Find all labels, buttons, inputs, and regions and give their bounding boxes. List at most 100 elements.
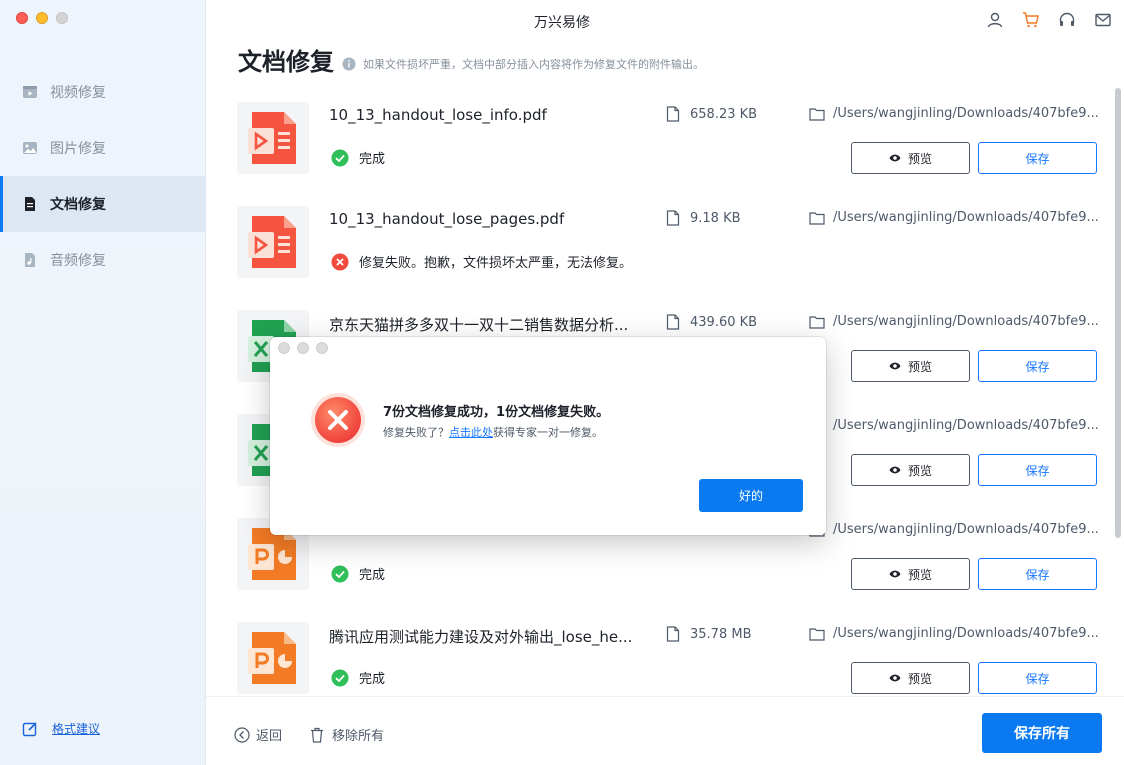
dialog-title: 7份文档修复成功，1份文档修复失败。 (383, 405, 610, 420)
folder-icon (809, 107, 825, 121)
success-check-icon (331, 565, 349, 583)
sidebar-item-label: 图片修复 (50, 141, 106, 157)
preview-button[interactable]: 预览 (851, 662, 970, 694)
file-size-value: 35.78 MB (690, 626, 752, 642)
file-path-value: /Users/wangjinling/Downloads/407bfe9... (833, 106, 1099, 121)
minimize-window-button[interactable] (36, 12, 48, 24)
list-scrollbar[interactable] (1115, 88, 1121, 538)
file-path-value: /Users/wangjinling/Downloads/407bfe9... (833, 626, 1099, 641)
audio-icon (22, 252, 38, 268)
save-button[interactable]: 保存 (978, 558, 1097, 590)
save-button[interactable]: 保存 (978, 142, 1097, 174)
preview-button[interactable]: 预览 (851, 558, 970, 590)
file-size: 35.78 MB (666, 626, 751, 642)
window-title: 万兴易修 (534, 15, 590, 31)
dialog-close-button[interactable] (278, 342, 290, 354)
dialog-zoom-button[interactable] (316, 342, 328, 354)
save-button[interactable]: 保存 (978, 350, 1097, 382)
top-toolbar (986, 11, 1112, 29)
error-x-icon (310, 392, 366, 448)
success-check-icon (331, 669, 349, 687)
status-text: 完成 (359, 672, 386, 687)
save-all-button[interactable]: 保存所有 (982, 713, 1102, 753)
result-dialog: 7份文档修复成功，1份文档修复失败。 修复失败了？点击此处获得专家一对一修复。 … (270, 337, 826, 535)
bottom-bar: 返回 移除所有 保存所有 (206, 696, 1124, 765)
mail-icon[interactable] (1094, 11, 1112, 29)
file-path: /Users/wangjinling/Downloads/407bfe9... (809, 522, 1099, 537)
dialog-sub-prefix: 修复失败了？ (383, 426, 449, 439)
file-icon (666, 626, 680, 642)
dialog-minimize-button[interactable] (297, 342, 309, 354)
file-path: /Users/wangjinling/Downloads/407bfe9... (809, 106, 1099, 121)
expert-help-link[interactable]: 点击此处 (449, 426, 493, 439)
close-window-button[interactable] (16, 12, 28, 24)
status-text: 修复失败。抱歉，文件损坏太严重，无法修复。 (359, 256, 633, 271)
user-icon[interactable] (986, 11, 1004, 29)
status: 完成 (331, 564, 385, 583)
sidebar-item-label: 视频修复 (50, 85, 106, 101)
edit-icon (22, 721, 38, 737)
sidebar-nav: 视频修复 图片修复 文档修复 音频修复 (0, 64, 206, 288)
sidebar-item-image-repair[interactable]: 图片修复 (0, 120, 206, 176)
pdf-file-icon (237, 102, 309, 174)
eye-icon (889, 569, 901, 579)
image-icon (22, 140, 38, 156)
sidebar-item-document-repair[interactable]: 文档修复 (0, 176, 206, 232)
sidebar-item-video-repair[interactable]: 视频修复 (0, 64, 206, 120)
save-button[interactable]: 保存 (978, 454, 1097, 486)
eye-icon (889, 153, 901, 163)
eye-icon (889, 361, 901, 371)
dialog-subtitle: 修复失败了？点击此处获得专家一对一修复。 (383, 424, 603, 440)
preview-button[interactable]: 预览 (851, 142, 970, 174)
sidebar-item-audio-repair[interactable]: 音频修复 (0, 232, 206, 288)
preview-label: 预览 (907, 463, 932, 478)
list-item: 10_13_handout_lose_info.pdf 658.23 KB /U… (206, 86, 1124, 190)
status: 修复失败。抱歉，文件损坏太严重，无法修复。 (331, 252, 632, 271)
save-button[interactable]: 保存 (978, 662, 1097, 694)
zoom-window-button[interactable] (56, 12, 68, 24)
trash-icon (310, 727, 324, 743)
format-suggestion-label: 格式建议 (52, 722, 101, 736)
file-path-value: /Users/wangjinling/Downloads/407bfe9... (833, 418, 1099, 433)
page-title: 文档修复 (238, 48, 334, 76)
status: 完成 (331, 148, 385, 167)
preview-label: 预览 (907, 151, 932, 166)
format-suggestion-link[interactable]: 格式建议 (22, 720, 100, 737)
eye-icon (889, 673, 901, 683)
file-size-value: 439.60 KB (690, 314, 758, 330)
preview-label: 预览 (907, 567, 932, 582)
file-size: 9.18 KB (666, 210, 741, 226)
ppt-file-icon (237, 622, 309, 694)
cart-icon[interactable] (1022, 11, 1040, 29)
sidebar-item-label: 音频修复 (50, 253, 106, 269)
dialog-sub-suffix: 获得专家一对一修复。 (493, 426, 603, 439)
back-label: 返回 (256, 729, 283, 744)
status: 完成 (331, 668, 385, 687)
eye-icon (889, 465, 901, 475)
file-path-value: /Users/wangjinling/Downloads/407bfe9... (833, 522, 1099, 537)
status-text: 完成 (359, 152, 386, 167)
preview-button[interactable]: 预览 (851, 454, 970, 486)
folder-icon (809, 315, 825, 329)
file-size-value: 9.18 KB (690, 210, 741, 226)
info-icon (342, 57, 356, 71)
list-item: 腾讯应用测试能力建设及对外输出_lose_he... 35.78 MB /Use… (206, 606, 1124, 696)
file-name: 10_13_handout_lose_pages.pdf (329, 210, 565, 228)
remove-all-button[interactable]: 移除所有 (310, 725, 384, 744)
file-name: 腾讯应用测试能力建设及对外输出_lose_he... (329, 628, 633, 646)
preview-button[interactable]: 预览 (851, 350, 970, 382)
file-size: 439.60 KB (666, 314, 757, 330)
file-path: /Users/wangjinling/Downloads/407bfe9... (809, 314, 1099, 329)
preview-label: 预览 (907, 671, 932, 686)
page-hint: 如果文件损坏严重，文档中部分插入内容将作为修复文件的附件输出。 (342, 56, 704, 72)
dialog-window-controls (278, 342, 328, 354)
headset-icon[interactable] (1058, 11, 1076, 29)
video-icon (22, 84, 38, 100)
file-path: /Users/wangjinling/Downloads/407bfe9... (809, 626, 1099, 641)
folder-icon (809, 211, 825, 225)
ok-button[interactable]: 好的 (699, 479, 803, 512)
back-button[interactable]: 返回 (234, 725, 282, 744)
sidebar: 视频修复 图片修复 文档修复 音频修复 格式建议 (0, 0, 206, 765)
file-icon (666, 314, 680, 330)
back-arrow-icon (234, 726, 250, 743)
